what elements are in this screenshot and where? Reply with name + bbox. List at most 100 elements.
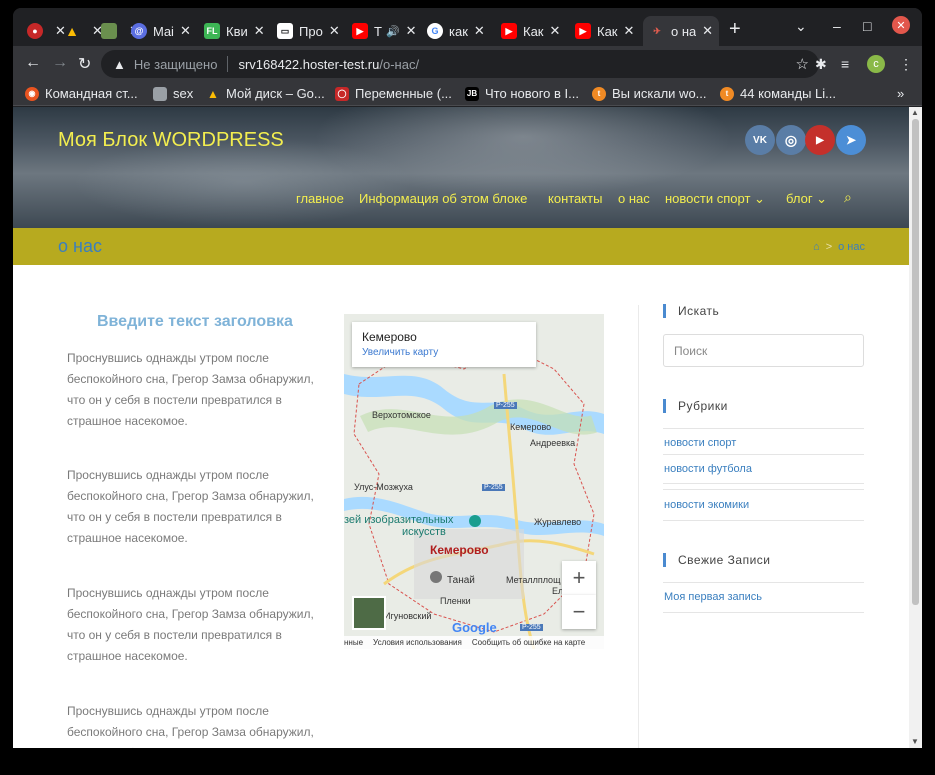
- bookmark-item[interactable]: ◉ Командная ст...: [25, 86, 138, 101]
- map-label: Журавлево: [534, 517, 582, 527]
- nav-sport-news[interactable]: новости спорт ⌄: [665, 191, 765, 207]
- breadcrumb-separator: >: [825, 241, 833, 253]
- nav-contacts[interactable]: контакты: [548, 191, 602, 206]
- url-path[interactable]: /о-нас/: [379, 57, 419, 72]
- tab-7[interactable]: ▶ T 🔊 ✕: [346, 16, 423, 46]
- divider: [663, 428, 864, 429]
- zoom-in-button[interactable]: +: [562, 561, 596, 595]
- drive-icon: ▲: [207, 86, 219, 101]
- close-tab-icon[interactable]: ✕: [329, 23, 340, 39]
- scroll-thumb[interactable]: [912, 119, 919, 605]
- address-bar[interactable]: ▲ Не защищено srv168422.hoster-test.ru /…: [101, 50, 819, 78]
- recent-post-link[interactable]: Моя первая запись: [664, 591, 762, 603]
- road-label: Р-255: [520, 624, 543, 631]
- close-tab-icon[interactable]: ✕: [406, 23, 417, 39]
- nav-home[interactable]: главное: [296, 191, 344, 206]
- bookmark-folder[interactable]: sex: [153, 86, 193, 101]
- youtube-icon[interactable]: ▶: [805, 125, 835, 155]
- terms-link[interactable]: Условия использования: [373, 638, 462, 647]
- more-bookmarks-button[interactable]: »: [897, 86, 904, 101]
- map-info-city: Кемерово: [362, 330, 417, 344]
- google-logo: Google: [452, 620, 497, 635]
- bookmark-item[interactable]: ◯ Переменные (...: [335, 86, 452, 101]
- forward-icon[interactable]: →: [52, 54, 68, 72]
- nav-blog[interactable]: блог ⌄: [786, 191, 827, 207]
- site-icon: t: [592, 86, 606, 101]
- bookmark-label: 44 команды Li...: [740, 86, 836, 101]
- report-error-link[interactable]: Сообщить об ошибке на карте: [472, 638, 585, 647]
- close-tab-icon[interactable]: ✕: [180, 23, 191, 39]
- divider: [663, 454, 864, 455]
- close-tab-icon[interactable]: ✕: [254, 23, 265, 39]
- maximize-icon[interactable]: □: [863, 18, 871, 34]
- close-tab-icon[interactable]: ✕: [474, 23, 485, 39]
- bookmark-item[interactable]: t Вы искали wo...: [592, 86, 707, 101]
- map-city-label: Кемерово: [430, 543, 489, 557]
- profile-avatar[interactable]: c: [867, 55, 885, 73]
- page-title-bar: о нас ⌂ > о нас: [13, 228, 909, 265]
- close-tab-icon[interactable]: ✕: [550, 23, 561, 39]
- site-title[interactable]: Моя Блок WORDPRESS: [58, 129, 284, 152]
- extensions-icon[interactable]: ✱: [815, 56, 827, 73]
- map-label: зей изобразительных: [344, 514, 454, 526]
- home-icon[interactable]: ⌂: [813, 241, 820, 253]
- bookmark-label: Мой диск – Go...: [226, 86, 325, 101]
- tab-5[interactable]: FL Кви ✕: [198, 16, 271, 46]
- paragraph: Проснувшись однажды утром после беспокой…: [67, 586, 314, 663]
- doc-icon: ▭: [277, 23, 293, 39]
- menu-icon[interactable]: ⋮: [899, 56, 913, 73]
- scroll-up-icon[interactable]: ▲: [911, 108, 919, 117]
- vk-icon[interactable]: VK: [745, 125, 775, 155]
- media-icon[interactable]: ≡: [841, 56, 849, 72]
- category-link[interactable]: новости футбола: [664, 463, 752, 475]
- tab-10[interactable]: ▶ Как ✕: [569, 16, 640, 46]
- scroll-down-icon[interactable]: ▼: [911, 737, 919, 746]
- mail-icon: @: [131, 23, 147, 39]
- warning-icon[interactable]: ▲: [113, 57, 126, 72]
- search-input[interactable]: Поиск: [663, 334, 864, 367]
- zoom-out-button[interactable]: −: [562, 595, 596, 629]
- nav-about-us[interactable]: о нас: [618, 191, 650, 206]
- telegram-icon[interactable]: ➤: [836, 125, 866, 155]
- instagram-icon[interactable]: ◎: [776, 125, 806, 155]
- search-icon[interactable]: ⌕: [844, 189, 852, 206]
- tab-search-icon[interactable]: ⌄: [795, 18, 807, 35]
- tab-active[interactable]: ✈ о на ✕: [643, 16, 719, 46]
- bookmark-label: sex: [173, 86, 194, 101]
- nav-about-blog[interactable]: Информация об этом блоке: [359, 191, 527, 206]
- bookmark-label: Что нового в I...: [485, 86, 579, 101]
- page-scrollbar[interactable]: ▲ ▼: [909, 107, 922, 748]
- satellite-toggle[interactable]: [352, 596, 386, 630]
- reload-icon[interactable]: ↻: [78, 54, 91, 74]
- tab-9[interactable]: ▶ Как ✕: [495, 16, 566, 46]
- tab-title: Как: [523, 23, 544, 39]
- close-tab-icon[interactable]: ✕: [702, 23, 713, 39]
- security-label[interactable]: Не защищено: [134, 57, 218, 72]
- close-window-icon[interactable]: ✕: [892, 16, 910, 34]
- close-tab-icon[interactable]: ✕: [624, 23, 635, 39]
- drive-icon: ▲: [65, 23, 79, 39]
- map-footer: нные Условия использования Сообщить об о…: [344, 636, 604, 649]
- category-link[interactable]: новости спорт: [664, 437, 736, 449]
- tab-4[interactable]: @ Mai ✕: [125, 16, 197, 46]
- bookmark-item[interactable]: JB Что нового в I...: [465, 86, 579, 101]
- bookmark-star-icon[interactable]: ☆: [796, 55, 809, 73]
- back-icon[interactable]: ←: [25, 54, 41, 72]
- youtube-icon: ▶: [575, 23, 591, 39]
- url-host[interactable]: srv168422.hoster-test.ru: [238, 57, 379, 72]
- youtube-icon: ▶: [352, 23, 368, 39]
- enlarge-map-link[interactable]: Увеличить карту: [362, 347, 526, 358]
- minimize-icon[interactable]: –: [833, 18, 841, 34]
- image-icon: [101, 23, 117, 39]
- category-link[interactable]: новости экомики: [664, 499, 749, 511]
- audio-icon[interactable]: 🔊: [386, 25, 400, 38]
- map-data-link[interactable]: нные: [344, 638, 363, 647]
- breadcrumb-current[interactable]: о нас: [838, 241, 865, 253]
- bookmark-item[interactable]: ▲ Мой диск – Go...: [206, 86, 325, 101]
- new-tab-button[interactable]: +: [729, 18, 741, 41]
- tab-6[interactable]: ▭ Про ✕: [271, 16, 346, 46]
- bookmark-item[interactable]: t 44 команды Li...: [720, 86, 836, 101]
- map-label: Андреевка: [530, 438, 576, 448]
- embedded-map[interactable]: Верхотомское Кемерово Андреевка Улус-Моз…: [344, 314, 604, 649]
- tab-8[interactable]: G как ✕: [421, 16, 491, 46]
